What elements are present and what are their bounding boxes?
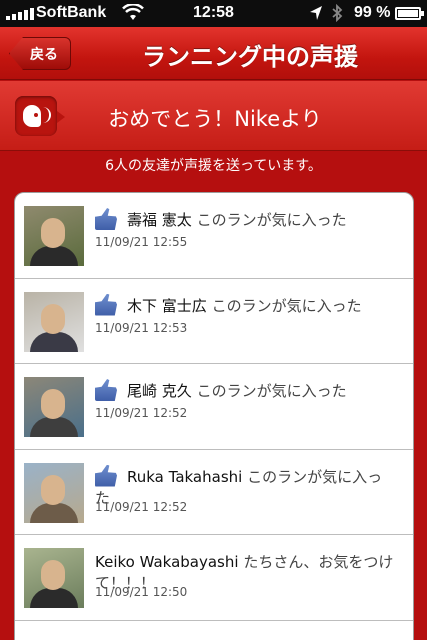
back-button[interactable]: 戻る bbox=[9, 37, 71, 70]
entry-timestamp: 11/09/21 12:55 bbox=[95, 235, 188, 249]
entry-name: Keiko Wakabayashi bbox=[95, 553, 239, 571]
avatar bbox=[24, 462, 84, 523]
entry-name: Ruka Takahashi bbox=[127, 467, 243, 486]
list-item[interactable]: 尾崎 克久 このランが気に入った 11/09/21 12:52 bbox=[15, 364, 413, 450]
entry-message: このランが気に入った bbox=[196, 211, 347, 229]
battery-icon bbox=[395, 7, 424, 20]
entry-timestamp: 11/09/21 12:50 bbox=[95, 585, 188, 599]
list-item[interactable]: Ruka Takahashi このランが気に入った 11/09/21 12:52 bbox=[15, 450, 413, 535]
entry-name: 尾崎 克久 bbox=[127, 382, 192, 400]
entry-name: 木下 富士広 bbox=[127, 296, 207, 315]
avatar bbox=[24, 377, 84, 437]
cheer-voice-icon bbox=[15, 96, 65, 136]
battery-percent: 99 % bbox=[354, 4, 391, 21]
entry-text: 尾崎 克久 このランが気に入った bbox=[95, 381, 395, 402]
avatar bbox=[24, 206, 84, 266]
list-item[interactable]: 木下 富士広 このランが気に入った 11/09/21 12:53 bbox=[15, 279, 413, 364]
entry-message: このランが気に入った bbox=[196, 382, 347, 400]
avatar bbox=[24, 291, 84, 352]
cheer-message: おめでとう！Nikeより bbox=[108, 107, 322, 131]
bluetooth-icon bbox=[331, 3, 343, 27]
friends-count-caption: 6人の友達が声援を送っています。 bbox=[105, 158, 322, 174]
cheer-list[interactable]: 壽福 憲太 このランが気に入った 11/09/21 12:55 木下 富士広 このラ… bbox=[14, 192, 414, 640]
list-item[interactable]: 壽福 憲太 このランが気に入った 11/09/21 12:55 bbox=[15, 193, 413, 279]
list-item[interactable]: Keiko Wakabayashi たちさん、お気をつけて！！！ 11/09/21… bbox=[15, 535, 413, 621]
entry-timestamp: 11/09/21 12:52 bbox=[95, 499, 188, 514]
entry-name: 壽福 憲太 bbox=[127, 211, 192, 229]
navigation-bar: 戻る ランニング中の声援 bbox=[0, 27, 427, 80]
status-bar: SoftBank 12:58 99 % bbox=[0, 0, 427, 27]
page-title: ランニング中の声援 bbox=[142, 43, 358, 71]
entry-timestamp: 11/09/21 12:52 bbox=[95, 406, 188, 420]
entry-text: 木下 富士広 このランが気に入った bbox=[95, 296, 395, 317]
location-icon bbox=[309, 5, 323, 26]
cheer-banner: おめでとう！Nikeより bbox=[0, 81, 427, 151]
entry-message: このランが気に入った bbox=[211, 296, 362, 315]
avatar bbox=[24, 548, 84, 608]
entry-timestamp: 11/09/21 12:53 bbox=[95, 320, 188, 335]
entry-text: 壽福 憲太 このランが気に入った bbox=[95, 210, 395, 231]
